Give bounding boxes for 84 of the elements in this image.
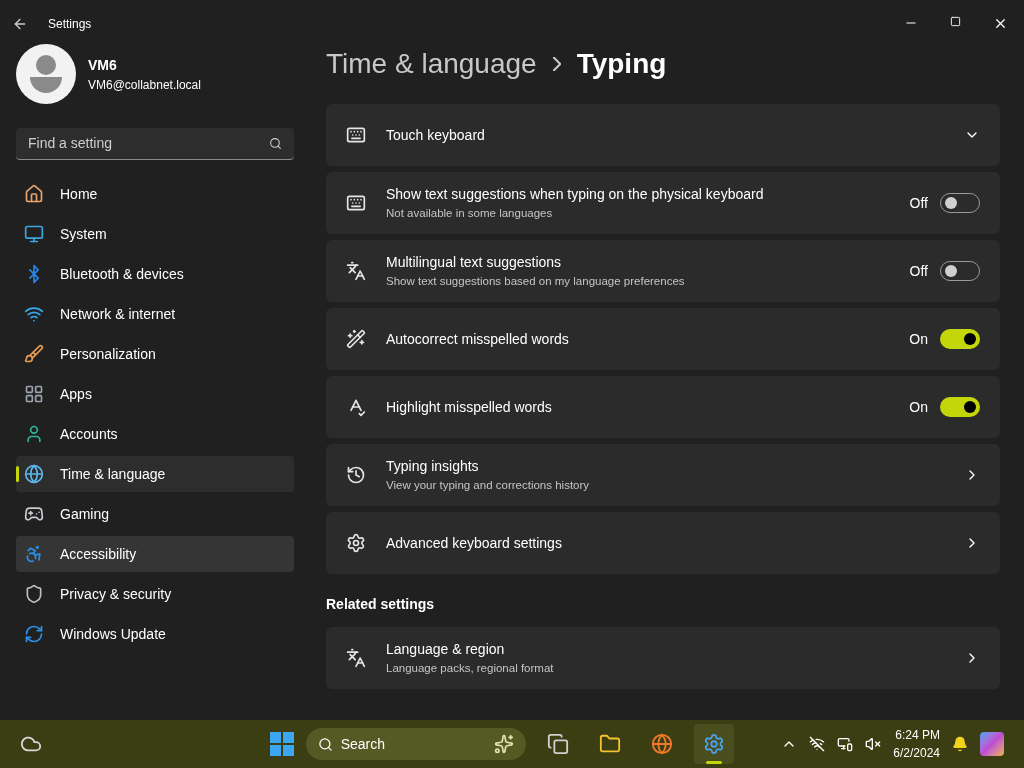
- clock-time[interactable]: 6:24 PM: [895, 726, 940, 744]
- search-placeholder: Search: [340, 734, 386, 754]
- setting-card[interactable]: Typing insights View your typing and corrections history: [326, 444, 1000, 506]
- folder-icon: [598, 733, 621, 755]
- shield-icon: [24, 584, 44, 604]
- setting-title: Autocorrect misspelled words: [386, 329, 570, 349]
- maximize-icon[interactable]: [950, 16, 961, 27]
- breadcrumb-parent[interactable]: Time & language: [326, 43, 537, 85]
- accessibility-figure-icon: [24, 544, 44, 564]
- taskbar-search-field[interactable]: Search: [305, 728, 526, 760]
- setting-title: Highlight misspelled words: [386, 397, 553, 417]
- avatar: [16, 44, 76, 104]
- close-icon[interactable]: [993, 16, 1008, 31]
- keyboard-icon: [346, 193, 366, 213]
- monitor-icon: [24, 224, 44, 244]
- start-icon[interactable]: [269, 732, 294, 756]
- setting-description: View your typing and corrections history: [386, 477, 591, 493]
- language-icon: [346, 648, 366, 668]
- account-name: VM6: [88, 55, 118, 75]
- nav-item[interactable]: Accessibility: [16, 536, 294, 572]
- setting-card[interactable]: Show text suggestions when typing on the physical keyboard Not available in some languages Off: [326, 172, 1000, 234]
- apps-grid-icon: [24, 384, 44, 404]
- brush-icon: [24, 344, 44, 364]
- nav-item[interactable]: Personalization: [16, 336, 294, 372]
- nav-item[interactable]: System: [16, 216, 294, 252]
- bell-icon[interactable]: [952, 736, 968, 752]
- window-title: Settings: [48, 16, 92, 33]
- nav-item[interactable]: Network & internet: [16, 296, 294, 332]
- browser-icon: [650, 733, 673, 755]
- history-icon: [346, 465, 366, 485]
- setting-title: Typing insights: [386, 456, 480, 476]
- nav-item[interactable]: Privacy & security: [16, 576, 294, 612]
- task-view-icon: [546, 733, 569, 755]
- nav-item[interactable]: Gaming: [16, 496, 294, 532]
- toggle-state: Off: [909, 261, 928, 281]
- gear-icon: [346, 533, 366, 553]
- speaker-muted-icon[interactable]: [865, 736, 882, 752]
- gamepad-icon: [24, 504, 44, 524]
- selection-indicator: [16, 466, 19, 482]
- language-icon: [346, 261, 366, 281]
- find-setting-field[interactable]: Find a setting: [16, 128, 294, 160]
- nav-item[interactable]: Home: [16, 176, 294, 212]
- chevron-right-icon: [552, 57, 561, 71]
- account-email: VM6@collabnet.local: [88, 76, 201, 94]
- taskbar-app[interactable]: [693, 724, 734, 764]
- search-placeholder: Find a setting: [28, 134, 113, 153]
- toggle-state: Off: [909, 193, 928, 213]
- section-heading: Related settings: [326, 595, 436, 614]
- nav-item[interactable]: Apps: [16, 376, 294, 412]
- setting-card[interactable]: Language & region Language packs, regional format: [326, 627, 1000, 689]
- toggle-state: On: [909, 329, 928, 349]
- setting-description: Show text suggestions based on my language preferences: [386, 273, 686, 289]
- toggle-switch[interactable]: [940, 329, 980, 349]
- page-title: Typing: [576, 47, 667, 81]
- keyboard-icon: [346, 125, 366, 145]
- nav-item[interactable]: Bluetooth & devices: [16, 256, 294, 292]
- setting-title: Touch keyboard: [386, 125, 486, 145]
- setting-card[interactable]: Highlight misspelled words On: [326, 376, 1000, 438]
- nav-item[interactable]: Accounts: [16, 416, 294, 452]
- setting-card[interactable]: Autocorrect misspelled words On: [326, 308, 1000, 370]
- setting-title: Advanced keyboard settings: [386, 533, 563, 553]
- active-app-indicator: [705, 761, 722, 764]
- toggle-switch[interactable]: [940, 397, 980, 417]
- clock-date[interactable]: 6/2/2024: [893, 744, 940, 762]
- person-icon: [24, 424, 44, 444]
- setting-description: Not available in some languages: [386, 205, 554, 221]
- gear-icon: [702, 733, 725, 755]
- setting-description: Language packs, regional format: [386, 660, 555, 676]
- search-icon: [269, 137, 282, 150]
- setting-card[interactable]: Touch keyboard: [326, 104, 1000, 166]
- setting-card[interactable]: Advanced keyboard settings: [326, 512, 1000, 574]
- setting-title: Language & region: [386, 639, 506, 659]
- setting-title: Multilingual text suggestions: [386, 252, 563, 272]
- search-icon: [317, 736, 333, 752]
- nav-item[interactable]: Time & language: [16, 456, 294, 492]
- toggle-state: On: [909, 397, 928, 417]
- house-icon: [24, 184, 44, 204]
- refresh-icon: [24, 624, 44, 644]
- setting-card[interactable]: Multilingual text suggestions Show text suggestions based on my language preferences Off: [326, 240, 1000, 302]
- network-off-icon[interactable]: [809, 736, 826, 752]
- wifi-icon: [24, 304, 44, 324]
- nav-item[interactable]: Windows Update: [16, 616, 294, 652]
- setting-title: Show text suggestions when typing on the physical keyboard: [386, 184, 765, 204]
- monitor-icon[interactable]: [837, 736, 854, 752]
